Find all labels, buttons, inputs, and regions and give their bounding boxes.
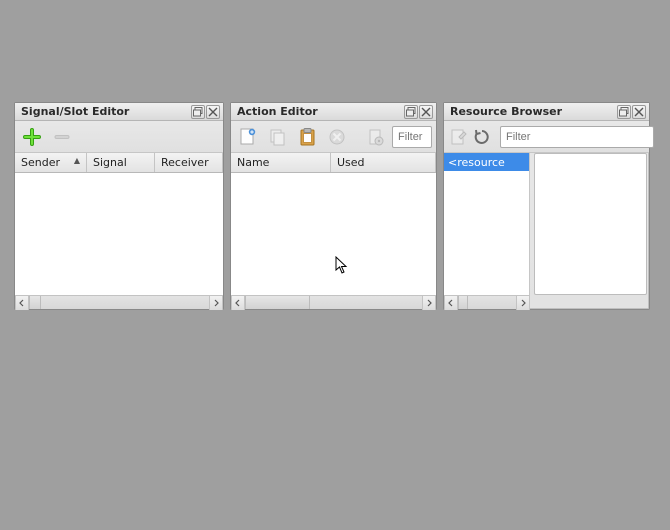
action-editor-panel: Action Editor	[230, 102, 437, 310]
minus-icon	[53, 128, 71, 146]
resource-tree[interactable]: <resource	[444, 153, 530, 295]
paste-button[interactable]	[295, 124, 321, 150]
close-window-icon[interactable]	[632, 105, 646, 119]
reload-icon	[472, 127, 492, 147]
close-window-icon[interactable]	[419, 105, 433, 119]
new-action-button[interactable]	[235, 124, 261, 150]
action-editor-hscrollbar[interactable]	[231, 295, 436, 309]
signal-slot-editor-toolbar	[15, 121, 223, 153]
scroll-right-icon[interactable]	[516, 296, 530, 310]
configure-icon	[365, 127, 385, 147]
scroll-thumb[interactable]	[458, 296, 468, 309]
scroll-thumb[interactable]	[245, 296, 310, 309]
scroll-left-icon[interactable]	[231, 296, 245, 310]
delete-button[interactable]	[324, 124, 350, 150]
copy-icon	[268, 127, 288, 147]
resource-browser-title: Resource Browser	[450, 105, 616, 118]
column-name[interactable]: Name	[231, 153, 331, 172]
paste-icon	[298, 127, 318, 147]
configure-button[interactable]	[362, 124, 388, 150]
signal-slot-hscrollbar[interactable]	[15, 295, 223, 309]
scroll-track[interactable]	[468, 296, 516, 309]
scroll-right-icon[interactable]	[209, 296, 223, 310]
reload-button[interactable]	[472, 124, 492, 150]
resource-filter-input[interactable]	[500, 126, 654, 148]
column-receiver[interactable]: Receiver	[155, 153, 223, 172]
scroll-thumb[interactable]	[29, 296, 41, 309]
restore-window-icon[interactable]	[404, 105, 418, 119]
close-window-icon[interactable]	[206, 105, 220, 119]
new-action-icon	[238, 127, 258, 147]
column-sender[interactable]: Sender ▲	[15, 153, 87, 172]
resource-root-item[interactable]: <resource	[444, 153, 529, 171]
resource-browser-panel: Resource Browser <resource	[443, 102, 650, 310]
signal-slot-editor-titlebar[interactable]: Signal/Slot Editor	[15, 103, 223, 121]
scroll-left-icon[interactable]	[15, 296, 29, 310]
sort-asc-icon: ▲	[74, 156, 80, 165]
scroll-track[interactable]	[41, 296, 209, 309]
action-filter-input[interactable]	[392, 126, 432, 148]
resource-browser-toolbar	[444, 121, 649, 153]
plus-icon	[23, 128, 41, 146]
signal-slot-columns: Sender ▲ Signal Receiver	[15, 153, 223, 173]
restore-window-icon[interactable]	[617, 105, 631, 119]
copy-button[interactable]	[265, 124, 291, 150]
column-signal[interactable]: Signal	[87, 153, 155, 172]
edit-resources-icon	[448, 127, 468, 147]
scroll-left-icon[interactable]	[444, 296, 458, 310]
scroll-right-icon[interactable]	[422, 296, 436, 310]
action-editor-toolbar	[231, 121, 436, 153]
remove-button[interactable]	[49, 124, 75, 150]
signal-slot-editor-panel: Signal/Slot Editor Sender ▲ Signal	[14, 102, 224, 310]
action-editor-title: Action Editor	[237, 105, 403, 118]
signal-slot-table-body[interactable]	[15, 173, 223, 295]
signal-slot-editor-title: Signal/Slot Editor	[21, 105, 190, 118]
scroll-track[interactable]	[310, 296, 422, 309]
resource-preview	[534, 153, 647, 295]
delete-circle-icon	[327, 127, 347, 147]
action-editor-titlebar[interactable]: Action Editor	[231, 103, 436, 121]
action-editor-columns: Name Used	[231, 153, 436, 173]
resource-browser-titlebar[interactable]: Resource Browser	[444, 103, 649, 121]
edit-resources-button[interactable]	[448, 124, 468, 150]
restore-window-icon[interactable]	[191, 105, 205, 119]
resource-tree-hscrollbar[interactable]	[444, 295, 530, 309]
column-used[interactable]: Used	[331, 153, 436, 172]
add-button[interactable]	[19, 124, 45, 150]
action-editor-table-body[interactable]	[231, 173, 436, 295]
